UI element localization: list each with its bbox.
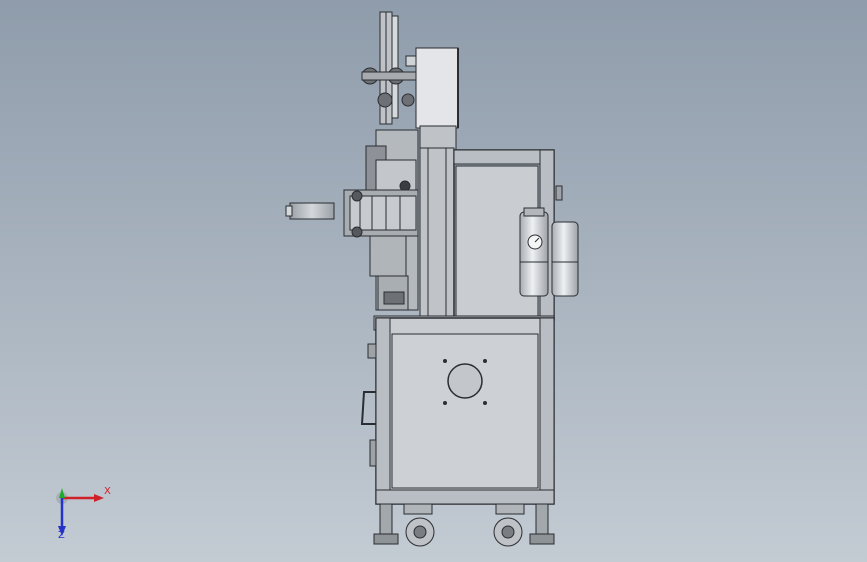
- vertical-column: [419, 147, 455, 321]
- feed-head: [343, 129, 419, 311]
- access-hole: [447, 363, 483, 399]
- leveling-feet: [373, 503, 555, 545]
- coordinate-triad: X Z: [48, 482, 118, 544]
- machine-model[interactable]: [0, 0, 867, 562]
- caster-wheels: [403, 503, 525, 547]
- z-axis-label: Z: [58, 530, 65, 541]
- pulley-wheel: [361, 11, 423, 125]
- cylinder-rod: [289, 202, 335, 220]
- x-axis-label: X: [104, 486, 111, 497]
- motor-box: [415, 47, 459, 129]
- graphics-viewport[interactable]: X Z: [0, 0, 867, 562]
- side-handle: [360, 391, 376, 425]
